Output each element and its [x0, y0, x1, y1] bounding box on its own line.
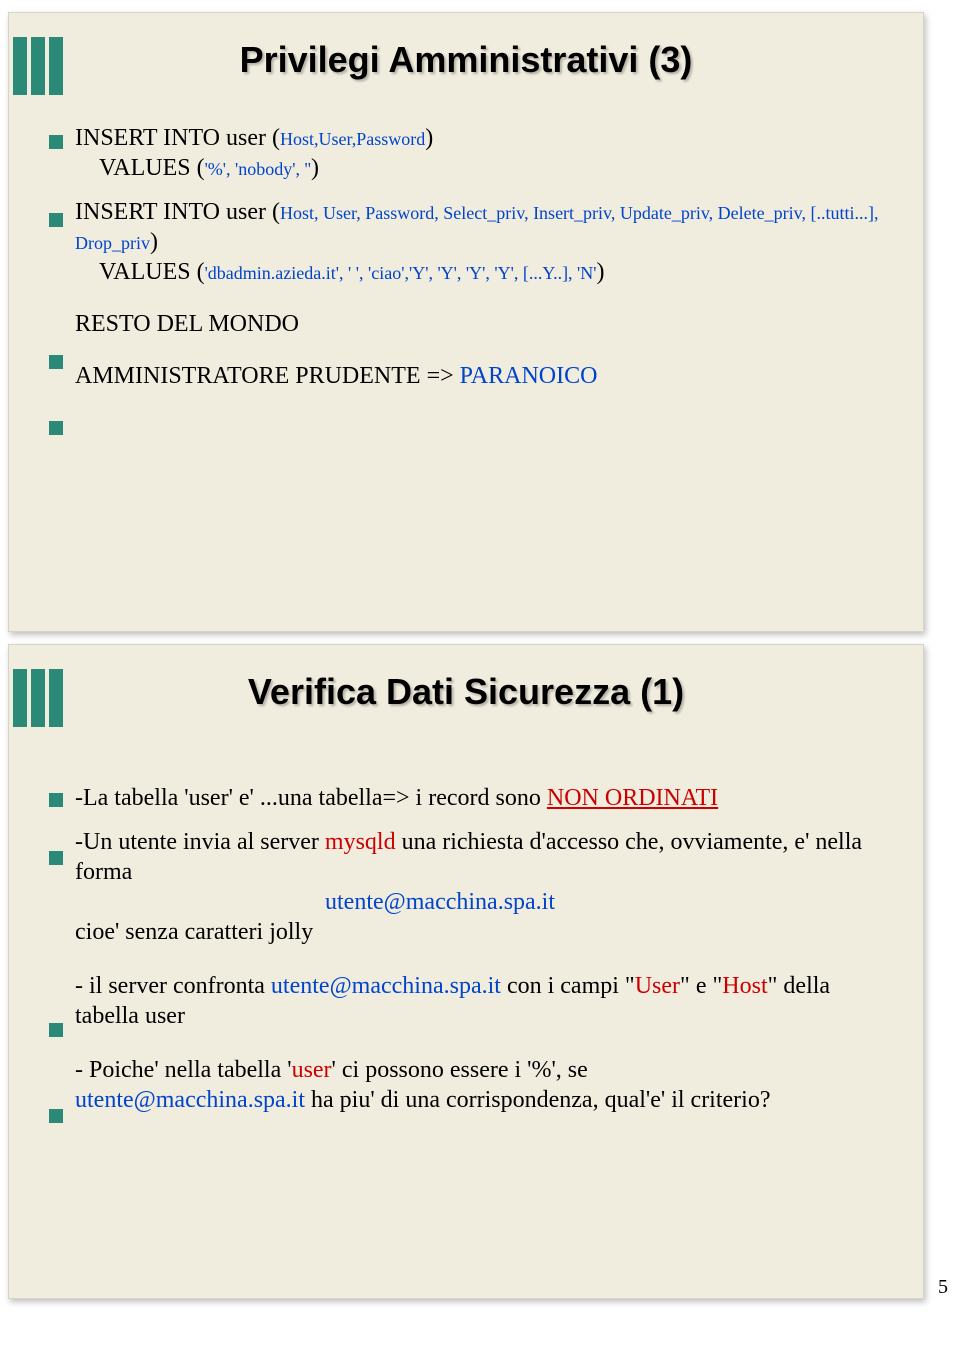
- bullet-icon: [49, 355, 63, 369]
- page-number: 5: [938, 1276, 948, 1299]
- bullet-icon: [49, 1109, 63, 1123]
- text-line: AMMINISTRATORE PRUDENTE => PARANOICO: [75, 361, 895, 391]
- text-line: RESTO DEL MONDO: [75, 309, 895, 339]
- text: ): [150, 229, 158, 255]
- text: utente@macchina.spa.it: [325, 889, 555, 915]
- text: ): [311, 155, 319, 181]
- title-bar: Privilegi Amministrativi (3): [9, 31, 923, 99]
- text: '%', 'nobody', '': [205, 159, 311, 179]
- text: INSERT INTO user (: [75, 125, 280, 151]
- paragraph-1: -La tabella 'user' e' ...una tabella=> i…: [75, 783, 895, 813]
- text: AMMINISTRATORE PRUDENTE =>: [75, 363, 460, 389]
- text: utente@macchina.spa.it: [271, 973, 501, 999]
- bullet-icon: [49, 213, 63, 227]
- text: -Un utente invia al server: [75, 829, 325, 855]
- text: VALUES (: [99, 155, 205, 181]
- text: ha piu' di una corrispondenza, qual'e' i…: [305, 1087, 770, 1113]
- bullet-icon: [49, 793, 63, 807]
- bullet-icon: [49, 1023, 63, 1037]
- text: ): [425, 125, 433, 151]
- slide-2: Verifica Dati Sicurezza (1) -La tabella …: [8, 644, 924, 1299]
- text: - Poiche' nella tabella ': [75, 1057, 292, 1083]
- slide-body: -La tabella 'user' e' ...una tabella=> i…: [75, 783, 895, 1129]
- text: ): [597, 259, 605, 285]
- text: User: [635, 973, 680, 999]
- paragraph-3: - il server confronta utente@macchina.sp…: [75, 971, 895, 1031]
- text: 'dbadmin.azieda.it', ' ', 'ciao','Y', 'Y…: [205, 263, 597, 283]
- text: " e ": [680, 973, 722, 999]
- bullet-icon: [49, 421, 63, 435]
- text: mysqld: [325, 829, 396, 855]
- text: RESTO DEL MONDO: [75, 311, 299, 337]
- text: utente@macchina.spa.it: [75, 1087, 305, 1113]
- text: VALUES (: [99, 259, 205, 285]
- paragraph-4: - Poiche' nella tabella 'user' ci posson…: [75, 1055, 895, 1115]
- sql-insert-2: INSERT INTO user (Host, User, Password, …: [75, 197, 895, 287]
- bullet-icon: [49, 135, 63, 149]
- text: con i campi ": [501, 973, 635, 999]
- text: - il server confronta: [75, 973, 271, 999]
- slide-body: INSERT INTO user (Host,User,Password) VA…: [75, 123, 895, 405]
- slide-title: Privilegi Amministrativi (3): [9, 39, 923, 81]
- text: ' ci possono essere i '%', se: [332, 1057, 588, 1083]
- text: NON ORDINATI: [547, 785, 718, 811]
- text: INSERT INTO user (: [75, 199, 280, 225]
- slide-title: Verifica Dati Sicurezza (1): [9, 671, 923, 713]
- bullet-icon: [49, 851, 63, 865]
- text: user: [292, 1057, 332, 1083]
- text: -La tabella 'user' e' ...una tabella=> i…: [75, 785, 547, 811]
- text: Host: [722, 973, 767, 999]
- paragraph-2: -Un utente invia al server mysqld una ri…: [75, 827, 895, 947]
- title-bar: Verifica Dati Sicurezza (1): [9, 663, 923, 731]
- text: Host,User,Password: [280, 129, 425, 149]
- text: PARANOICO: [460, 363, 598, 389]
- text: cioe' senza caratteri jolly: [75, 919, 313, 945]
- sql-insert-1: INSERT INTO user (Host,User,Password) VA…: [75, 123, 895, 183]
- slide-1: Privilegi Amministrativi (3) INSERT INTO…: [8, 12, 924, 632]
